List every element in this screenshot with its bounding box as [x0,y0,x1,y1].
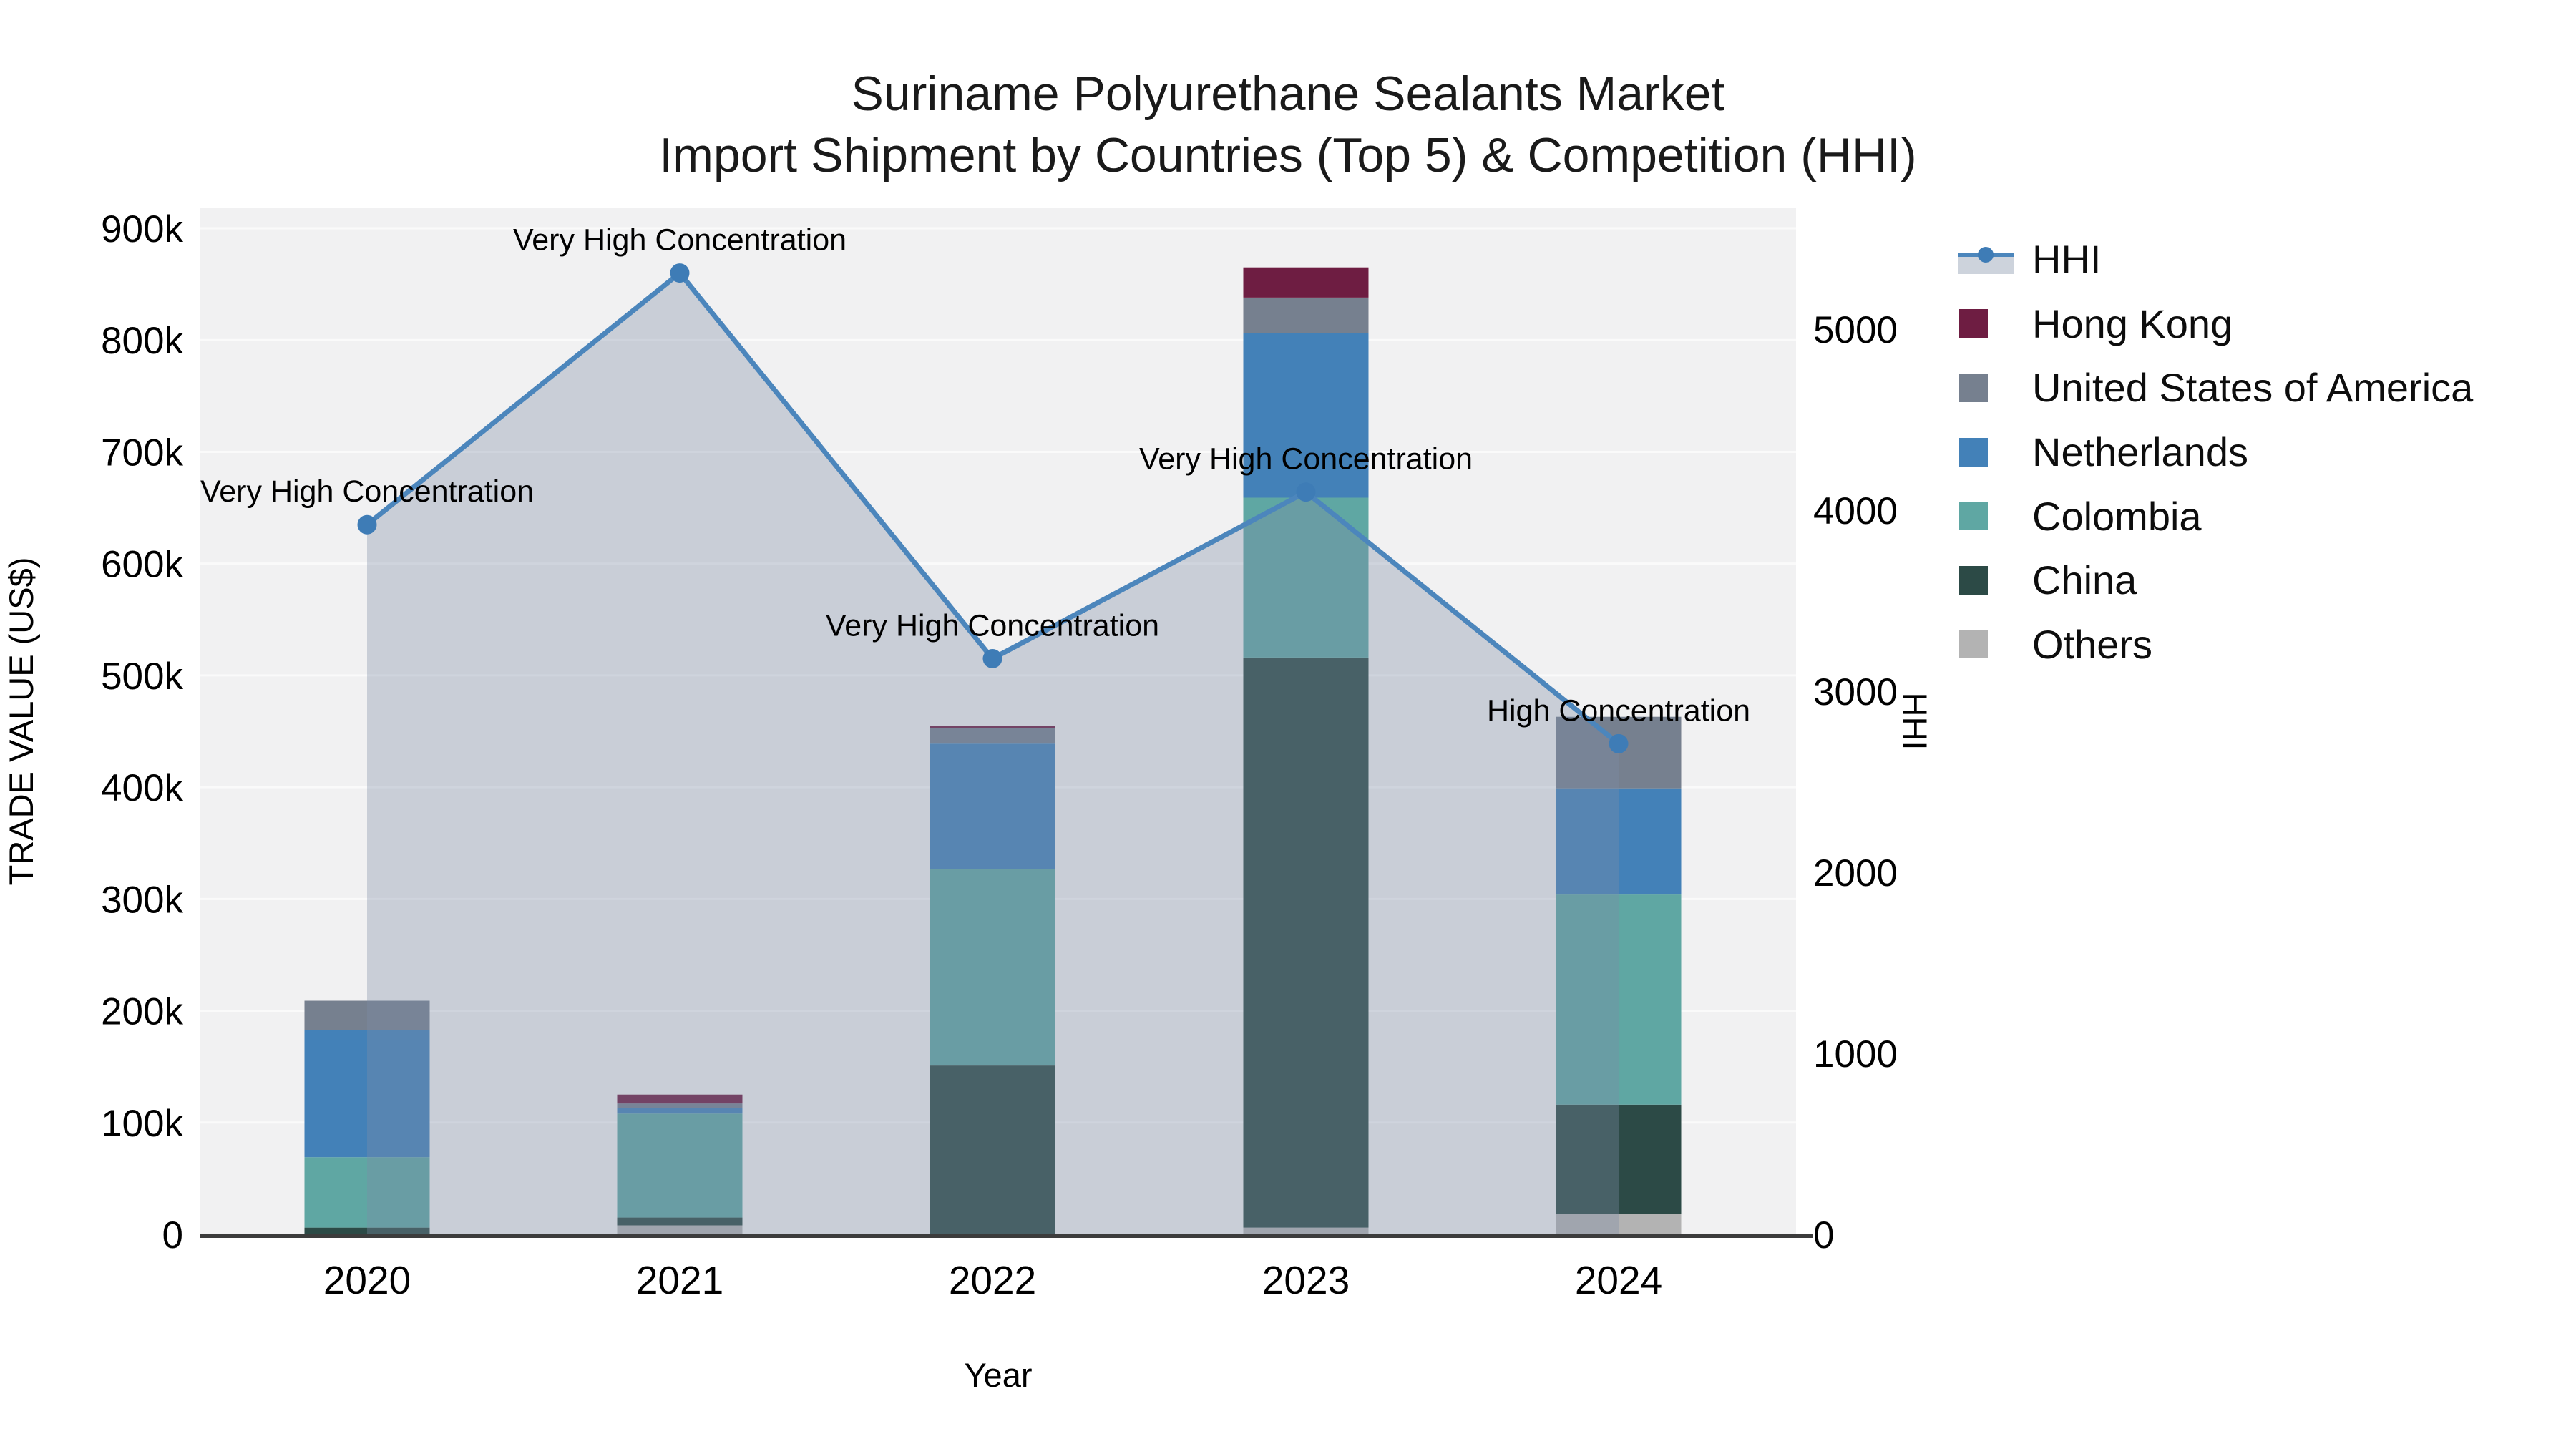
y-right-tick-label: 1000 [1813,1033,1898,1075]
hhi-marker [1296,482,1316,502]
legend-item-hong-kong: Hong Kong [1958,292,2473,356]
bar-segment [1243,297,1369,333]
legend-label: Colombia [2032,493,2202,539]
x-axis-line [200,1234,1813,1238]
hhi-marker [1609,733,1629,753]
legend-item-usa: United States of America [1958,356,2473,420]
usa-swatch-icon [1959,373,1988,402]
legend-item-colombia: Colombia [1958,484,2473,548]
y-left-tick-label: 300k [101,879,183,921]
annotation: Very High Concentration [826,608,1159,643]
annotation: High Concentration [1487,693,1750,728]
y-right-tick-label: 2000 [1813,852,1898,894]
legend-item-china: China [1958,548,2473,613]
y-right-tick-label: 4000 [1813,490,1898,532]
legend-item-netherlands: Netherlands [1958,420,2473,484]
y-right-tick-label: 5000 [1813,309,1898,351]
legend-label: HHI [2032,237,2102,283]
legend-label: Others [2032,621,2153,667]
y-left-tick-label: 500k [101,655,183,698]
x-tick-label: 2021 [636,1258,723,1302]
annotation: Very High Concentration [1139,442,1473,477]
hhi-marker [670,263,690,283]
y-left-axis-title: TRADE VALUE (US$) [2,557,40,886]
legend-item-hhi: HHI [1958,228,2473,292]
legend-label: Hong Kong [2032,301,2233,346]
legend-label: China [2032,557,2137,603]
x-tick-label: 2020 [323,1258,411,1302]
hong-kong-swatch-icon [1959,309,1988,338]
x-axis-title: Year [965,1356,1033,1394]
y-right-tick-label: 3000 [1813,671,1898,713]
x-tick-label: 2023 [1262,1258,1350,1302]
bar-segment [1243,267,1369,298]
legend-label: United States of America [2032,365,2474,411]
hhi-marker [982,648,1002,668]
x-tick-label: 2024 [1575,1258,1662,1302]
y-left-tick-label: 900k [101,208,183,250]
figure: Suriname Polyurethane Sealants Market Im… [0,0,2576,1449]
y-left-tick-label: 800k [101,320,183,362]
others-swatch-icon [1959,630,1988,659]
combo-chart: Very High Concentration Very High Concent… [2,208,1934,1394]
netherlands-swatch-icon [1959,437,1988,467]
annotation: Very High Concentration [513,223,847,258]
legend-item-others: Others [1958,613,2473,677]
annotation: Very High Concentration [200,474,534,509]
y-left-tick-label: 400k [101,767,183,809]
y-left-tick-label: 600k [101,544,183,586]
y-left-tick-label: 100k [101,1103,183,1145]
y-left-tick-label: 200k [101,991,183,1033]
legend-label: Netherlands [2032,429,2248,475]
legend: HHI Hong Kong United States of America N… [1958,228,2473,676]
y-right-axis-title: HHI [1896,693,1934,751]
china-swatch-icon [1959,565,1988,595]
x-tick-label: 2022 [949,1258,1036,1302]
y-left-tick-label: 700k [101,431,183,474]
hhi-line-icon [1958,244,2014,275]
y-left-tick-label: 0 [162,1214,183,1257]
colombia-swatch-icon [1959,502,1988,531]
y-right-tick-label: 0 [1813,1214,1834,1257]
hhi-marker [357,514,377,535]
